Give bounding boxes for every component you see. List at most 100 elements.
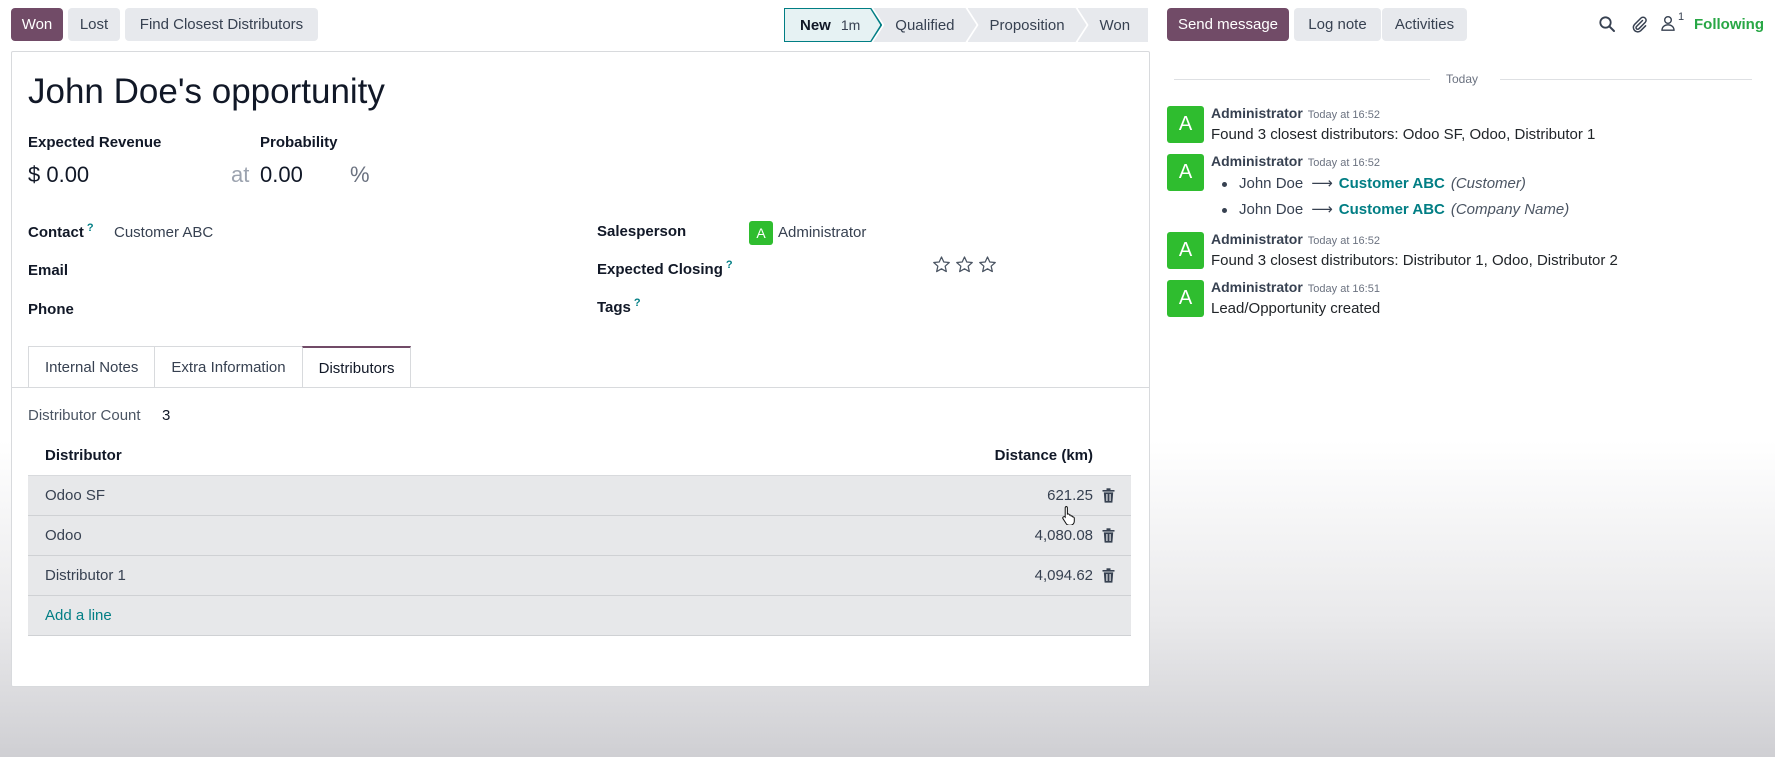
stage-label: New: [800, 16, 831, 34]
contact-field[interactable]: Customer ABC: [114, 224, 213, 241]
notebook-tabs: Internal Notes Extra Information Distrib…: [28, 346, 412, 388]
activities-button[interactable]: Activities: [1382, 8, 1467, 41]
stage-qualified[interactable]: Qualified: [873, 8, 976, 42]
message-author: Administrator Today at 16:52: [1211, 105, 1380, 121]
search-icon[interactable]: [1598, 15, 1616, 33]
column-header-distributor[interactable]: Distributor: [45, 447, 122, 464]
distributor-name: Odoo SF: [45, 487, 106, 504]
won-button[interactable]: Won: [11, 8, 63, 41]
percent-label: %: [350, 162, 370, 187]
expected-revenue-field[interactable]: $ 0.00: [28, 162, 89, 188]
distributor-distance: 4,094.62: [1034, 567, 1093, 584]
paperclip-icon[interactable]: [1630, 15, 1648, 33]
add-line-link[interactable]: Add a line: [45, 607, 112, 624]
distributor-distance: 621.25: [1047, 487, 1093, 504]
old-value: John Doe: [1239, 201, 1304, 218]
followers-count: 1: [1678, 11, 1685, 23]
new-value: Customer ABC: [1338, 175, 1445, 192]
author-name[interactable]: Administrator: [1211, 279, 1303, 295]
author-name[interactable]: Administrator: [1211, 231, 1303, 247]
message-time: Today at 16:52: [1307, 157, 1380, 169]
date-separator-line: [1174, 79, 1430, 80]
help-icon[interactable]: ?: [634, 297, 641, 309]
stage-new[interactable]: New 1m: [784, 8, 882, 42]
at-label: at: [231, 162, 250, 187]
salesperson-field[interactable]: Administrator: [778, 224, 866, 241]
date-separator-line: [1500, 79, 1752, 80]
date-separator: Today: [1446, 72, 1479, 86]
trash-icon[interactable]: [1102, 568, 1115, 583]
help-icon[interactable]: ?: [726, 259, 733, 271]
field-name: (Company Name): [1450, 201, 1570, 218]
avatar[interactable]: A: [1167, 154, 1204, 191]
contact-label-text: Contact: [28, 224, 84, 241]
distributor-count-label: Distributor Count: [28, 407, 141, 424]
tab-internal-notes[interactable]: Internal Notes: [28, 346, 156, 387]
tracking-change: John Doe ⟶ Customer ABC (Company Name): [1222, 200, 1569, 218]
hand-cursor-icon: [1062, 506, 1075, 525]
table-row[interactable]: Odoo SF 621.25: [28, 476, 1131, 516]
author-name[interactable]: Administrator: [1211, 153, 1303, 169]
log-note-button[interactable]: Log note: [1294, 8, 1381, 41]
following-toggle[interactable]: Following: [1694, 16, 1764, 33]
stage-label: Proposition: [989, 16, 1065, 34]
star-icon[interactable]: [978, 255, 997, 274]
lost-button[interactable]: Lost: [68, 8, 120, 41]
old-value: John Doe: [1239, 175, 1304, 192]
tracking-change: John Doe ⟶ Customer ABC (Customer): [1222, 174, 1526, 192]
email-label: Email: [28, 262, 69, 279]
message-body: Found 3 closest distributors: Distributo…: [1211, 252, 1618, 269]
email-field[interactable]: [114, 256, 574, 284]
table-row[interactable]: Odoo 4,080.08: [28, 516, 1131, 556]
message-body: Found 3 closest distributors: Odoo SF, O…: [1211, 126, 1596, 143]
stage-won[interactable]: Won: [1077, 8, 1149, 42]
avatar[interactable]: A: [1167, 106, 1204, 143]
find-closest-distributors-button[interactable]: Find Closest Distributors: [125, 8, 318, 41]
distributor-name: Distributor 1: [45, 567, 126, 584]
phone-field[interactable]: [114, 295, 574, 323]
table-header: Distributor Distance (km): [28, 436, 1131, 476]
stage-label: Won: [1099, 16, 1131, 34]
star-icon[interactable]: [955, 255, 974, 274]
avatar[interactable]: A: [1167, 232, 1204, 269]
salesperson-avatar: A: [749, 221, 773, 245]
message-author: Administrator Today at 16:51: [1211, 279, 1380, 295]
probability-field[interactable]: 0.00: [260, 162, 303, 188]
trash-icon[interactable]: [1102, 488, 1115, 503]
tabs-divider: [12, 387, 1149, 388]
expected-closing-label-text: Expected Closing: [597, 261, 723, 278]
form-sheet: John Doe's opportunity Expected Revenue …: [11, 51, 1150, 687]
stage-label: Qualified: [895, 16, 955, 34]
trash-icon[interactable]: [1102, 528, 1115, 543]
tab-distributors[interactable]: Distributors: [301, 346, 412, 388]
priority-stars: [932, 255, 997, 274]
distributor-count-value: 3: [162, 407, 171, 424]
column-header-distance[interactable]: Distance (km): [995, 447, 1093, 464]
stage-proposition[interactable]: Proposition: [968, 8, 1087, 42]
probability-label: Probability: [260, 134, 338, 151]
message-author: Administrator Today at 16:52: [1211, 153, 1380, 169]
opportunity-title[interactable]: John Doe's opportunity: [28, 72, 385, 112]
tags-label: Tags?: [597, 297, 641, 316]
new-value: Customer ABC: [1338, 201, 1445, 218]
expected-closing-field[interactable]: [749, 253, 919, 281]
field-name: (Customer): [1450, 175, 1526, 192]
stage-statusbar: New 1m Qualified Proposition Won: [784, 8, 1149, 42]
help-icon[interactable]: ?: [87, 222, 94, 234]
distributors-table: Distributor Distance (km) Odoo SF 621.25…: [28, 436, 1131, 636]
salesperson-label: Salesperson: [597, 223, 687, 240]
tags-field[interactable]: [749, 292, 1119, 320]
tags-label-text: Tags: [597, 299, 631, 316]
author-name[interactable]: Administrator: [1211, 105, 1303, 121]
contact-label: Contact?: [28, 222, 94, 241]
star-icon[interactable]: [932, 255, 951, 274]
add-line-row: Add a line: [28, 596, 1131, 636]
table-row[interactable]: Distributor 1 4,094.62: [28, 556, 1131, 596]
phone-label: Phone: [28, 301, 74, 318]
message-time: Today at 16:52: [1307, 109, 1380, 121]
send-message-button[interactable]: Send message: [1167, 8, 1289, 41]
message-author: Administrator Today at 16:52: [1211, 231, 1380, 247]
avatar[interactable]: A: [1167, 280, 1204, 317]
tab-extra-information[interactable]: Extra Information: [154, 346, 303, 387]
expected-closing-label: Expected Closing?: [597, 259, 733, 278]
